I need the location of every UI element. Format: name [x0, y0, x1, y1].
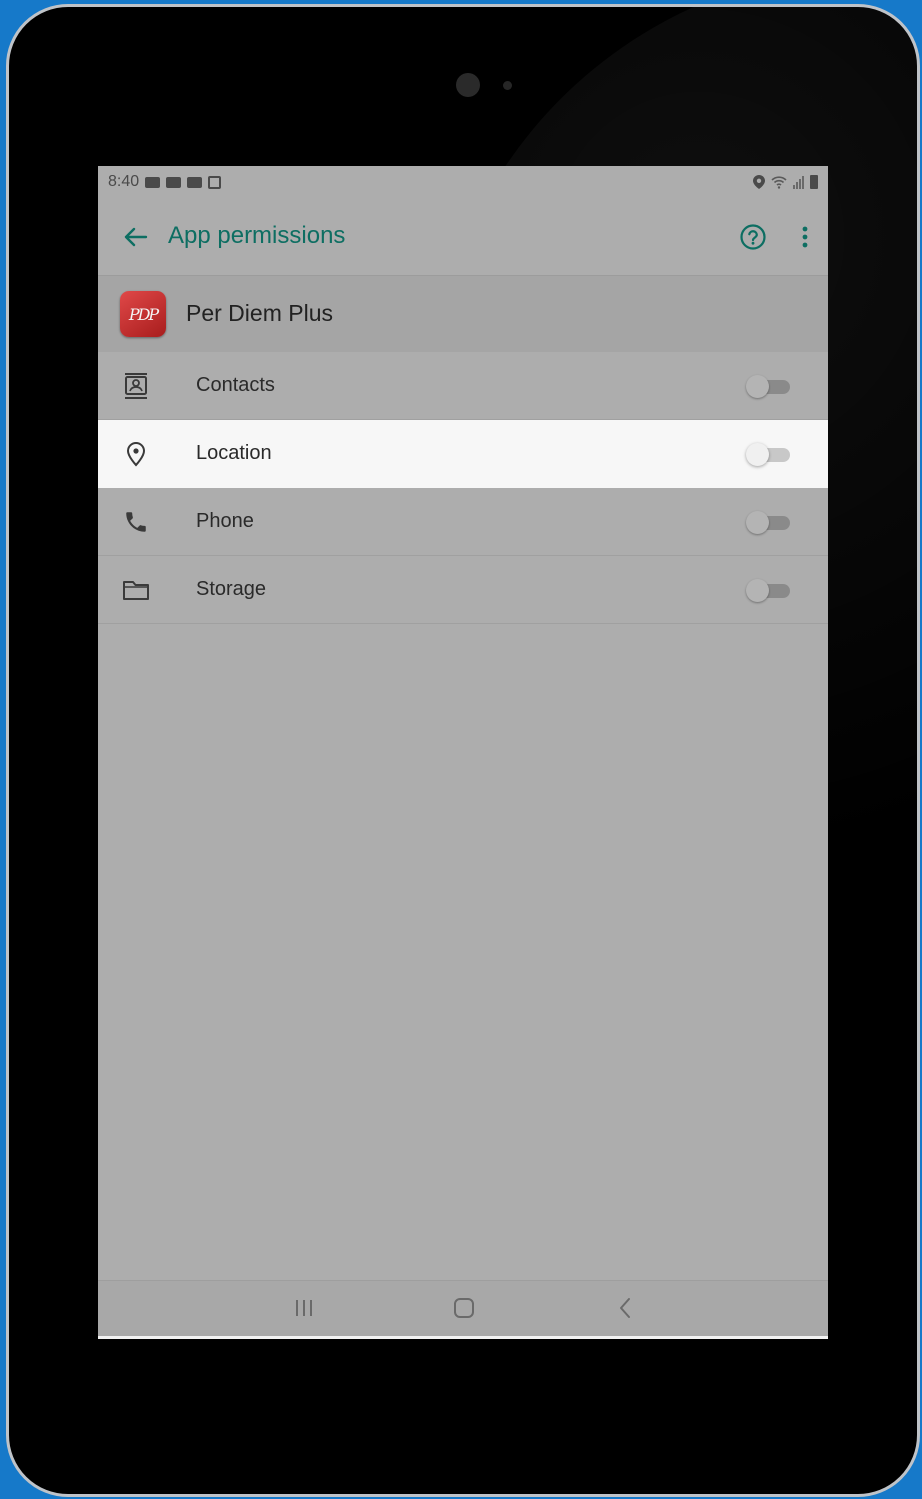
nav-back-icon: [620, 1298, 630, 1318]
phone-toggle[interactable]: [746, 510, 792, 534]
home-icon: [454, 1298, 474, 1318]
image-notification-icon: [187, 176, 203, 188]
wifi-status-icon: [771, 176, 787, 189]
permission-row-location[interactable]: Location: [98, 420, 828, 488]
help-button[interactable]: [738, 222, 768, 252]
contacts-icon: [122, 372, 150, 400]
back-button[interactable]: [120, 222, 150, 252]
arrow-left-icon: [124, 227, 148, 247]
permission-label: Storage: [196, 578, 267, 600]
more-options-button[interactable]: [790, 222, 820, 252]
system-nav-bar: [98, 1280, 828, 1336]
permission-label: Location: [196, 442, 272, 464]
contacts-toggle[interactable]: [746, 374, 792, 398]
more-vertical-icon: [802, 226, 808, 248]
recents-icon: [296, 1300, 312, 1316]
folder-icon: [122, 576, 150, 604]
front-camera: [456, 73, 480, 97]
permission-row-contacts[interactable]: Contacts: [98, 352, 828, 420]
app-logo: PDP: [120, 291, 166, 337]
app-bar: App permissions: [98, 198, 828, 276]
status-time: 8:40: [108, 173, 140, 190]
truck-notification-icon: [145, 176, 161, 188]
permission-row-phone[interactable]: Phone: [98, 488, 828, 556]
location-toggle[interactable]: [746, 442, 792, 466]
permission-row-storage[interactable]: Storage: [98, 556, 828, 624]
nav-back-button[interactable]: [608, 1293, 642, 1323]
device-screen: 8:40 App permissions PDP Per Diem Plus C…: [98, 166, 828, 1336]
help-circle-icon: [740, 224, 766, 250]
truck-notification-icon: [166, 176, 182, 188]
app-name: Per Diem Plus: [186, 300, 333, 326]
phone-icon: [122, 508, 150, 536]
location-pin-icon: [122, 440, 150, 468]
page-title: App permissions: [168, 222, 346, 249]
permission-label: Contacts: [196, 374, 275, 396]
permission-label: Phone: [196, 510, 254, 532]
status-bar: 8:40: [98, 166, 828, 198]
storage-toggle[interactable]: [746, 578, 792, 602]
battery-icon: [810, 175, 818, 189]
light-sensor: [503, 81, 512, 90]
recents-button[interactable]: [287, 1293, 321, 1323]
location-status-icon: [753, 175, 765, 189]
signal-strength-icon: [793, 175, 804, 189]
app-info-header: PDP Per Diem Plus: [98, 276, 828, 352]
home-button[interactable]: [447, 1293, 481, 1323]
screenshot-notification-icon: [208, 175, 222, 189]
screen-bottom-edge: [98, 1336, 828, 1339]
